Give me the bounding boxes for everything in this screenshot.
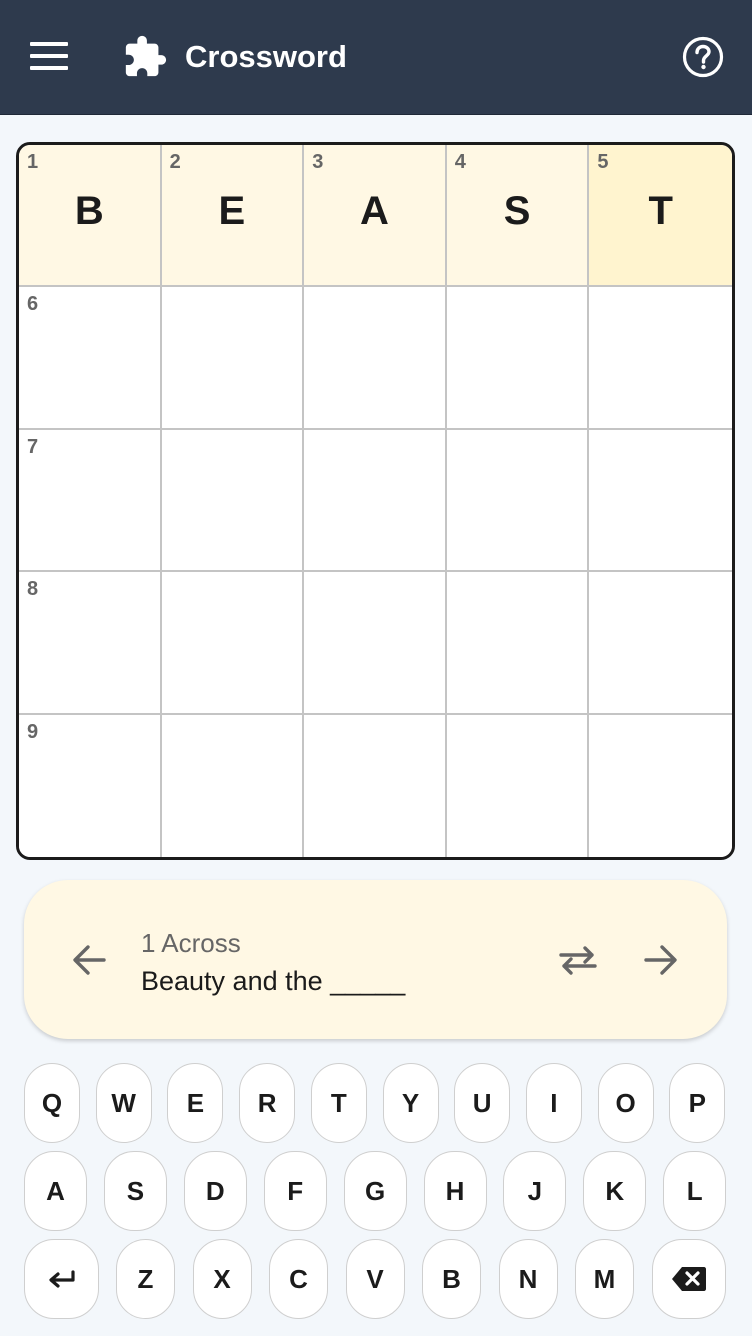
cell-clue-number: 3 [312, 151, 324, 173]
cell-letter: A [360, 189, 389, 233]
key-j[interactable]: J [503, 1151, 567, 1231]
cell-letter: B [74, 189, 104, 233]
key-u[interactable]: U [454, 1063, 511, 1143]
grid-cell-r4-c1[interactable]: 8 [19, 572, 162, 715]
backspace-key[interactable] [652, 1239, 726, 1319]
key-f[interactable]: F [263, 1151, 327, 1231]
key-d[interactable]: D [183, 1151, 247, 1231]
cell-letter: S [503, 189, 531, 233]
key-x[interactable]: X [192, 1239, 252, 1319]
key-y[interactable]: Y [382, 1063, 439, 1143]
grid-cell-r4-c5[interactable] [589, 572, 732, 715]
key-g[interactable]: G [343, 1151, 407, 1231]
grid-cell-r2-c3[interactable] [304, 287, 447, 430]
key-p[interactable]: P [669, 1063, 726, 1143]
grid-cell-r2-c5[interactable] [589, 287, 732, 430]
grid-cell-r5-c5[interactable] [589, 714, 732, 857]
key-m[interactable]: M [575, 1239, 634, 1319]
grid-cell-r2-c1[interactable]: 6 [19, 287, 162, 430]
swap-direction-icon[interactable] [556, 940, 600, 980]
cell-clue-number: 4 [454, 151, 466, 173]
key-o[interactable]: O [597, 1063, 654, 1143]
grid-cell-r4-c4[interactable] [446, 572, 590, 715]
key-i[interactable]: I [525, 1063, 582, 1143]
grid-cell-r1-c4[interactable]: 4S [446, 145, 590, 288]
key-w[interactable]: W [95, 1063, 152, 1143]
key-a[interactable]: A [24, 1151, 87, 1231]
grid-cell-r2-c4[interactable] [446, 287, 590, 430]
cell-letter: E [218, 189, 246, 233]
grid-cell-r1-c2[interactable]: 2E [161, 145, 305, 288]
key-b[interactable]: B [422, 1239, 481, 1319]
grid-cell-r3-c5[interactable] [589, 429, 732, 573]
grid-cell-r5-c1[interactable]: 9 [19, 714, 162, 857]
key-c[interactable]: C [269, 1239, 328, 1319]
key-t[interactable]: T [310, 1063, 367, 1143]
grid-cell-r1-c1[interactable]: 1B [19, 145, 162, 288]
hamburger-menu-icon[interactable] [28, 38, 70, 74]
top-app-bar: Crossword [0, 0, 752, 115]
grid-cell-r3-c4[interactable] [446, 429, 590, 573]
grid-cell-r4-c2[interactable] [161, 572, 305, 715]
clue-bar [24, 880, 727, 1039]
key-n[interactable]: N [498, 1239, 558, 1319]
puzzle-piece-icon [125, 35, 167, 77]
key-r[interactable]: R [239, 1063, 296, 1143]
key-q[interactable]: Q [24, 1063, 80, 1143]
grid-cell-r4-c3[interactable] [304, 572, 447, 715]
grid-cell-r3-c3[interactable] [304, 429, 447, 573]
enter-key[interactable] [24, 1239, 99, 1319]
backspace-icon [672, 1267, 706, 1291]
app-title: Crossword [185, 39, 347, 74]
arrow-left-icon[interactable] [70, 940, 110, 980]
grid-cell-r5-c2[interactable] [161, 714, 305, 857]
enter-icon [48, 1270, 75, 1288]
cell-letter: T [648, 189, 673, 233]
key-e[interactable]: E [167, 1063, 224, 1143]
grid-cell-r3-c1[interactable]: 7 [19, 429, 162, 573]
key-l[interactable]: L [663, 1151, 727, 1231]
key-z[interactable]: Z [116, 1239, 175, 1319]
cell-clue-number: 2 [169, 151, 181, 173]
grid-cell-r3-c2[interactable] [161, 429, 305, 573]
key-v[interactable]: V [345, 1239, 405, 1319]
key-h[interactable]: H [423, 1151, 487, 1231]
grid-cell-r5-c3[interactable] [304, 714, 447, 857]
grid-cell-r2-c2[interactable] [161, 287, 305, 430]
cell-clue-number: 7 [27, 435, 39, 458]
arrow-right-icon[interactable] [640, 940, 680, 980]
clue-text: Beauty and the _____ [141, 966, 406, 996]
grid-cell-r1-c3[interactable]: 3A [304, 145, 447, 288]
grid-cell-r5-c4[interactable] [446, 714, 590, 857]
cell-clue-number: 5 [597, 151, 609, 173]
cell-clue-number: 1 [27, 151, 39, 173]
cell-clue-number: 9 [27, 720, 39, 743]
key-k[interactable]: K [583, 1151, 647, 1231]
clue-number-direction: 1 Across [141, 928, 241, 958]
cell-clue-number: 8 [27, 578, 39, 601]
grid-cell-r1-c5[interactable]: 5T [589, 145, 732, 288]
help-circle-icon[interactable] [681, 35, 725, 79]
cell-clue-number: 6 [27, 293, 39, 316]
crossword-grid: 1B2E3A4S5T6789 [16, 142, 735, 860]
crossword-app: Crossword 1B2E3A4S5T6789 1 Across Beauty… [0, 0, 752, 1336]
key-s[interactable]: S [103, 1151, 167, 1231]
